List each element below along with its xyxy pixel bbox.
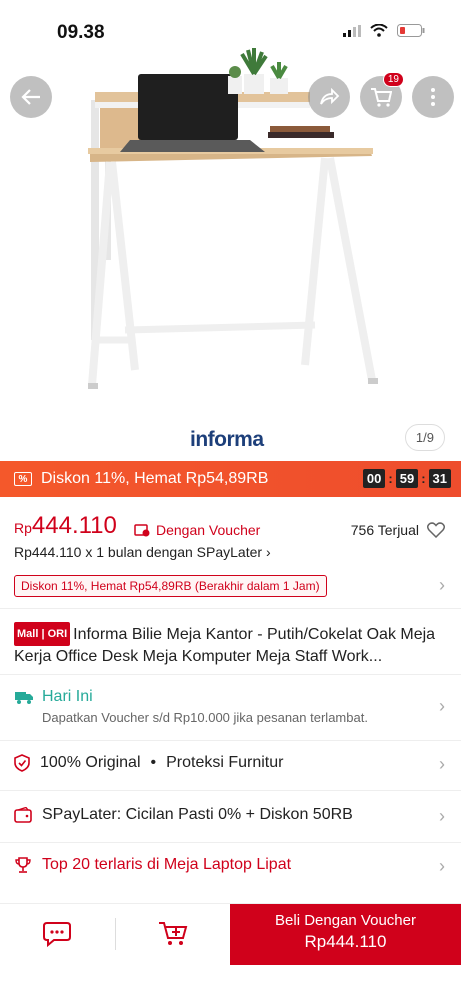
- chevron-right-icon[interactable]: ›: [439, 754, 445, 775]
- voucher-label: Dengan Voucher: [156, 522, 261, 538]
- divider: [0, 790, 461, 791]
- timer-minutes: 59: [395, 469, 419, 488]
- mall-ori-badge: Mall | ORI: [14, 622, 71, 646]
- voucher-icon: [134, 524, 150, 537]
- shield-icon: [14, 754, 30, 772]
- product-title-text: Informa Bilie Meja Kantor - Putih/Cokela…: [14, 626, 436, 665]
- divider: [0, 842, 461, 843]
- wifi-icon: [370, 24, 388, 37]
- chevron-right-icon[interactable]: ›: [439, 696, 445, 717]
- chevron-right-icon: ›: [265, 544, 271, 560]
- battery-icon: [397, 24, 425, 37]
- back-button[interactable]: [10, 76, 52, 118]
- buy-price: Rp444.110: [304, 932, 387, 951]
- discount-note[interactable]: Diskon 11%, Hemat Rp54,89RB (Berakhir da…: [14, 575, 327, 597]
- guarantee-row[interactable]: 100% Original • Proteksi Furnitur: [14, 754, 283, 772]
- discount-tag-icon: %: [14, 472, 32, 486]
- ranking-label: Top 20 terlaris di Meja Laptop Lipat: [42, 856, 292, 873]
- chat-icon: [43, 922, 71, 948]
- more-button[interactable]: [412, 76, 454, 118]
- chevron-right-icon[interactable]: ›: [439, 856, 445, 877]
- add-to-cart-icon: [159, 922, 188, 945]
- chevron-right-icon[interactable]: ›: [439, 575, 445, 596]
- arrow-left-icon: [21, 89, 40, 105]
- countdown-timer: 00: 59: 31: [362, 469, 451, 488]
- voucher-info[interactable]: Dengan Voucher: [134, 522, 260, 538]
- wallet-icon: [14, 807, 32, 823]
- image-counter: 1/9: [404, 424, 445, 451]
- protection-label: Proteksi Furnitur: [166, 754, 284, 771]
- product-title: Mall | ORI Informa Bilie Meja Kantor - Pu…: [14, 622, 449, 668]
- spaylater-installment[interactable]: Rp444.110 x 1 bulan dengan SPayLater ›: [14, 544, 271, 560]
- flash-sale-banner: % Diskon 11%, Hemat Rp54,89RB 00: 59: 31: [0, 461, 461, 497]
- heart-icon[interactable]: [427, 522, 445, 538]
- spaylater-row-label: SPayLater: Cicilan Pasti 0% + Diskon 50R…: [42, 806, 353, 823]
- more-vertical-icon: [431, 88, 435, 106]
- timer-hours: 00: [362, 469, 386, 488]
- spaylater-text: Rp444.110 x 1 bulan dengan SPayLater: [14, 544, 263, 560]
- bottom-action-bar: Beli Dengan Voucher Rp444.110: [0, 903, 461, 966]
- delivery-row[interactable]: Hari Ini Dapatkan Voucher s/d Rp10.000 j…: [14, 688, 368, 725]
- sold-count: 756 Terjual: [351, 522, 445, 538]
- add-to-cart-button[interactable]: [158, 920, 188, 953]
- chat-button[interactable]: [42, 922, 72, 953]
- share-icon: [320, 88, 340, 105]
- brand-logo: informa: [190, 428, 264, 451]
- chevron-right-icon[interactable]: ›: [439, 806, 445, 827]
- cart-count-badge: 19: [382, 72, 404, 87]
- original-label: 100% Original: [40, 754, 141, 771]
- trophy-icon: [15, 857, 31, 873]
- buy-label: Beli Dengan Voucher: [275, 912, 416, 929]
- home-indicator-area: [0, 965, 461, 1000]
- divider: [0, 740, 461, 741]
- cart-icon: [371, 88, 392, 107]
- delivery-subtitle: Dapatkan Voucher s/d Rp10.000 jika pesan…: [42, 710, 368, 725]
- flash-sale-text: Diskon 11%, Hemat Rp54,89RB: [41, 470, 269, 487]
- truck-icon: [15, 692, 33, 704]
- divider: [0, 674, 461, 675]
- sold-label: 756 Terjual: [350, 522, 419, 538]
- price-currency: Rp: [14, 520, 32, 536]
- ranking-row[interactable]: Top 20 terlaris di Meja Laptop Lipat: [14, 856, 291, 874]
- delivery-title: Hari Ini: [42, 688, 93, 705]
- separator-dot: •: [150, 754, 157, 771]
- price-value: 444.110: [31, 512, 117, 539]
- status-icons: [343, 24, 425, 37]
- cart-button[interactable]: 19: [360, 72, 404, 118]
- divider: [0, 608, 461, 609]
- share-button[interactable]: [308, 76, 350, 118]
- divider: [115, 918, 116, 950]
- buy-with-voucher-button[interactable]: Beli Dengan Voucher Rp444.110: [230, 904, 461, 966]
- timer-seconds: 31: [428, 469, 451, 488]
- spaylater-row[interactable]: SPayLater: Cicilan Pasti 0% + Diskon 50R…: [14, 806, 353, 824]
- price: Rp 444.110: [14, 512, 117, 540]
- signal-icon: [343, 24, 361, 37]
